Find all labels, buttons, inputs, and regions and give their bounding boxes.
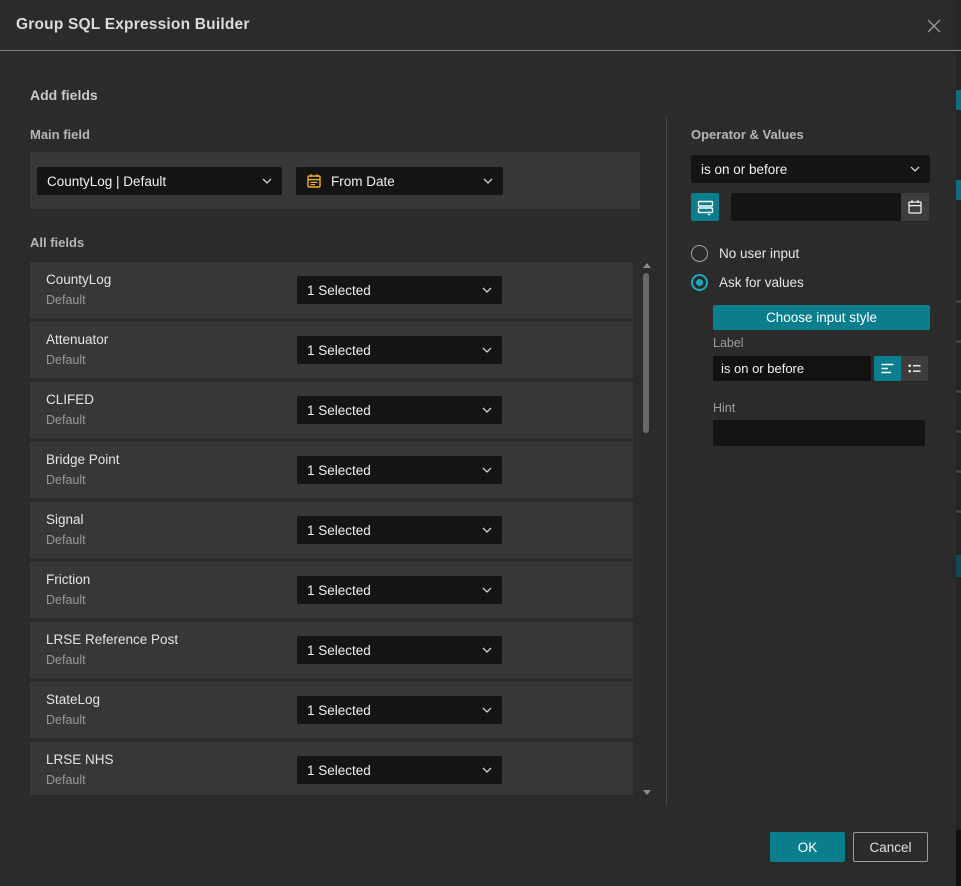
operator-select[interactable]: is on or before xyxy=(691,155,930,183)
field-name: CountyLog xyxy=(46,272,111,287)
chevron-down-icon xyxy=(482,527,492,533)
align-left-icon xyxy=(880,361,895,376)
chevron-down-icon xyxy=(482,347,492,353)
choose-input-style-button[interactable]: Choose input style xyxy=(713,305,930,330)
field-subtitle: Default xyxy=(46,473,86,487)
calendar-icon-gold xyxy=(306,173,322,189)
field-name: Bridge Point xyxy=(46,452,120,467)
main-field-select-value: From Date xyxy=(331,174,395,189)
operator-select-value: is on or before xyxy=(701,162,787,177)
layer-select[interactable]: CountyLog | Default xyxy=(37,167,282,195)
field-selection-dropdown[interactable]: 1 Selected xyxy=(297,336,502,364)
chevron-down-icon xyxy=(262,178,272,184)
scrollbar-down-arrow-icon[interactable] xyxy=(643,790,651,795)
field-selection-dropdown[interactable]: 1 Selected xyxy=(297,516,502,544)
field-selection-dropdown[interactable]: 1 Selected xyxy=(297,396,502,424)
set-values-button[interactable] xyxy=(691,193,719,221)
field-subtitle: Default xyxy=(46,773,86,787)
set-values-icon xyxy=(697,199,714,216)
layer-select-value: CountyLog | Default xyxy=(47,174,166,189)
field-selection-dropdown[interactable]: 1 Selected xyxy=(297,696,502,724)
date-value-input[interactable] xyxy=(731,193,901,221)
field-selection-dropdown[interactable]: 1 Selected xyxy=(297,576,502,604)
field-subtitle: Default xyxy=(46,653,86,667)
ok-button[interactable]: OK xyxy=(770,832,845,862)
field-selection-dropdown[interactable]: 1 Selected xyxy=(297,756,502,784)
chevron-down-icon xyxy=(482,587,492,593)
input-style-list-button[interactable] xyxy=(901,356,928,381)
group-sql-expression-builder-dialog: Group SQL Expression Builder Add fields … xyxy=(0,0,956,886)
all-fields-label: All fields xyxy=(30,235,84,250)
field-subtitle: Default xyxy=(46,713,86,727)
radio-icon-selected xyxy=(691,274,708,291)
scrollbar-up-arrow-icon[interactable] xyxy=(643,263,651,268)
bulleted-list-icon xyxy=(907,361,922,376)
field-name: LRSE Reference Post xyxy=(46,632,178,647)
field-row-bridge-point: Bridge Point Default 1 Selected xyxy=(30,442,633,498)
background-page-edge xyxy=(956,0,961,886)
chevron-down-icon xyxy=(482,467,492,473)
field-name: CLIFED xyxy=(46,392,94,407)
chevron-down-icon xyxy=(482,407,492,413)
field-subtitle: Default xyxy=(46,293,86,307)
field-name: StateLog xyxy=(46,692,100,707)
scrollbar-thumb[interactable] xyxy=(643,273,649,433)
close-icon xyxy=(925,17,943,35)
add-fields-heading: Add fields xyxy=(30,87,98,103)
chevron-down-icon xyxy=(910,166,920,172)
field-name: Signal xyxy=(46,512,84,527)
radio-ask-for-values[interactable]: Ask for values xyxy=(691,274,804,291)
operator-values-label: Operator & Values xyxy=(691,127,804,142)
cancel-button[interactable]: Cancel xyxy=(853,832,928,862)
close-button[interactable] xyxy=(923,15,945,37)
main-field-panel: CountyLog | Default From Date xyxy=(30,152,640,209)
field-row-signal: Signal Default 1 Selected xyxy=(30,502,633,558)
field-name: Attenuator xyxy=(46,332,108,347)
chevron-down-icon xyxy=(482,287,492,293)
field-subtitle: Default xyxy=(46,533,86,547)
field-subtitle: Default xyxy=(46,593,86,607)
hint-input[interactable] xyxy=(713,420,925,446)
main-field-select[interactable]: From Date xyxy=(296,167,503,195)
input-style-text-button[interactable] xyxy=(874,356,901,381)
field-row-lrse-reference-post: LRSE Reference Post Default 1 Selected xyxy=(30,622,633,678)
field-row-clifed: CLIFED Default 1 Selected xyxy=(30,382,633,438)
radio-icon xyxy=(691,245,708,262)
label-caption: Label xyxy=(713,336,744,350)
field-row-countylog: CountyLog Default 1 Selected xyxy=(30,262,633,318)
all-fields-list: CountyLog Default 1 Selected Attenuator … xyxy=(30,262,633,795)
chevron-down-icon xyxy=(482,707,492,713)
field-row-attenuator: Attenuator Default 1 Selected xyxy=(30,322,633,378)
dialog-title: Group SQL Expression Builder xyxy=(0,16,250,34)
field-name: LRSE NHS xyxy=(46,752,114,767)
chevron-down-icon xyxy=(483,178,493,184)
field-row-statelog: StateLog Default 1 Selected xyxy=(30,682,633,738)
field-row-lrse-nhs: LRSE NHS Default 1 Selected xyxy=(30,742,633,795)
label-input[interactable] xyxy=(713,356,871,381)
field-subtitle: Default xyxy=(46,413,86,427)
calendar-picker-button[interactable] xyxy=(901,193,929,221)
field-selection-dropdown[interactable]: 1 Selected xyxy=(297,636,502,664)
field-row-friction: Friction Default 1 Selected xyxy=(30,562,633,618)
calendar-icon-white xyxy=(907,199,923,215)
dialog-titlebar: Group SQL Expression Builder xyxy=(0,0,956,51)
main-field-label: Main field xyxy=(30,127,90,142)
hint-caption: Hint xyxy=(713,401,735,415)
chevron-down-icon xyxy=(482,767,492,773)
field-selection-dropdown[interactable]: 1 Selected xyxy=(297,276,502,304)
field-name: Friction xyxy=(46,572,90,587)
field-subtitle: Default xyxy=(46,353,86,367)
radio-no-user-input[interactable]: No user input xyxy=(691,245,799,262)
panel-divider xyxy=(666,118,667,805)
field-selection-dropdown[interactable]: 1 Selected xyxy=(297,456,502,484)
chevron-down-icon xyxy=(482,647,492,653)
